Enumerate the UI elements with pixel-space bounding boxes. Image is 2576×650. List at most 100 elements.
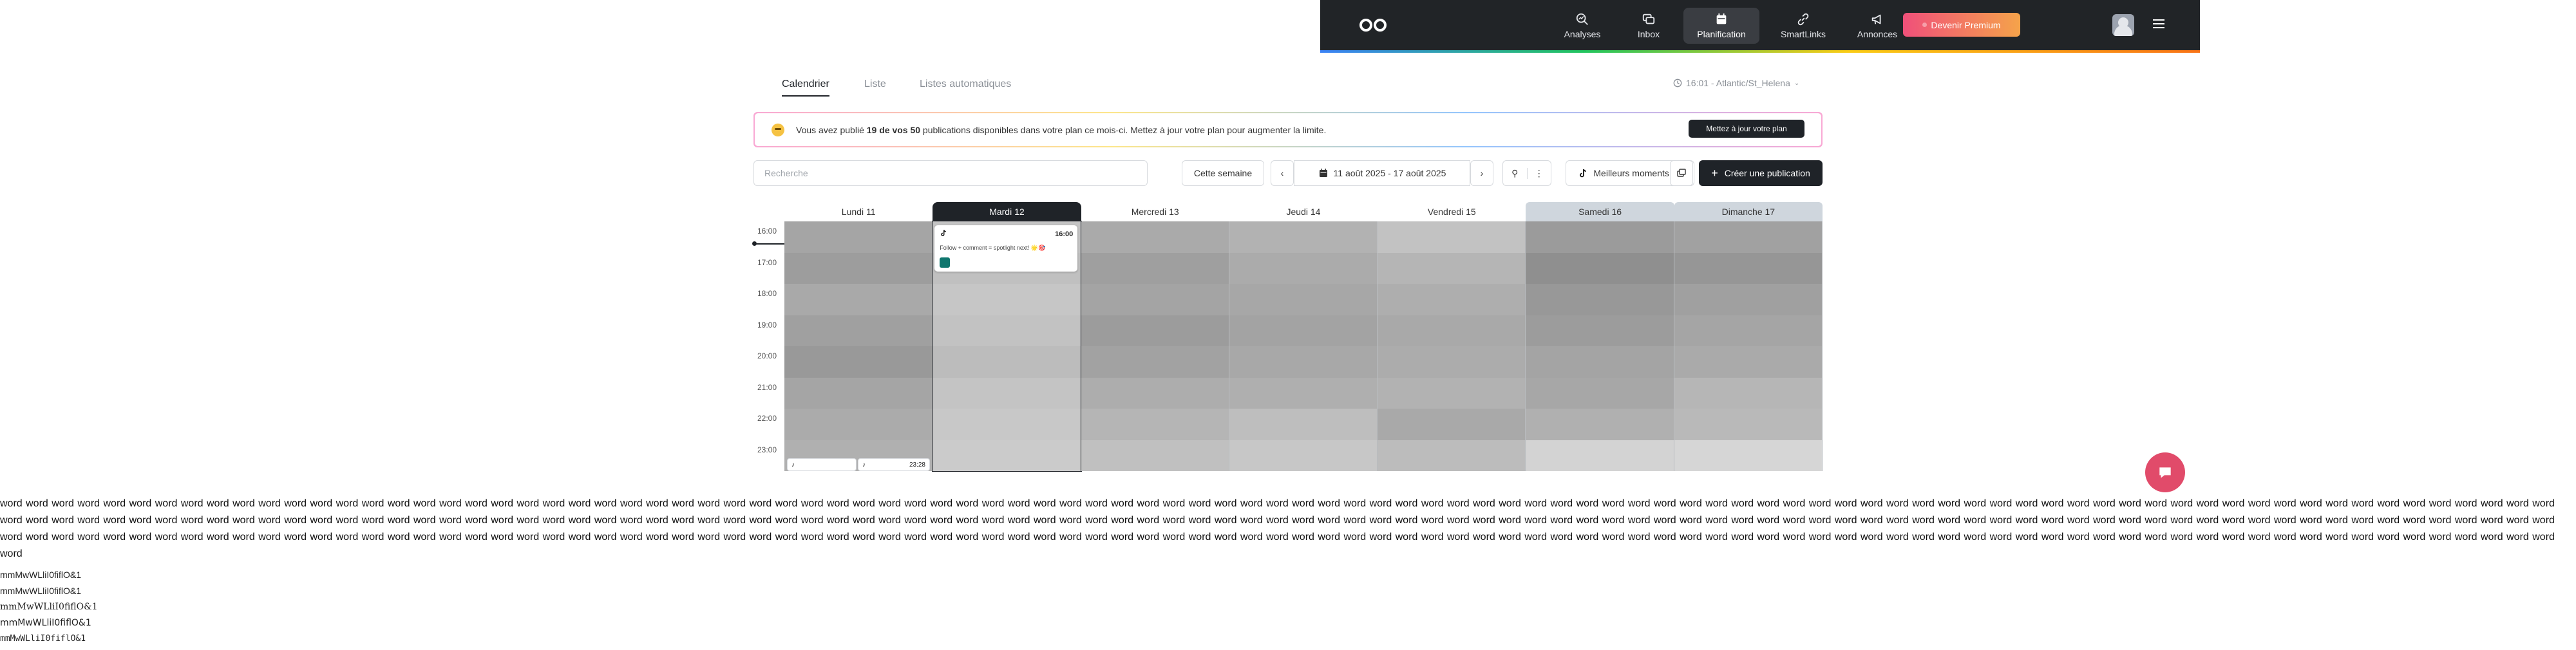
time-slot[interactable] bbox=[1081, 346, 1229, 378]
time-slot[interactable] bbox=[1081, 409, 1229, 440]
time-slot[interactable] bbox=[1378, 377, 1526, 409]
time-slot[interactable] bbox=[1378, 252, 1526, 284]
time-slot[interactable] bbox=[933, 377, 1081, 409]
tab-liste[interactable]: Liste bbox=[864, 79, 886, 90]
next-week-button[interactable]: › bbox=[1470, 160, 1493, 186]
prev-week-button[interactable]: ‹ bbox=[1271, 160, 1294, 186]
day-column[interactable]: 16:00 Follow + comment = spotlight next! … bbox=[932, 221, 1082, 472]
time-slot[interactable] bbox=[1378, 440, 1526, 471]
day-column[interactable] bbox=[1674, 221, 1823, 471]
time-slot[interactable] bbox=[1526, 221, 1674, 253]
time-slot[interactable] bbox=[1378, 346, 1526, 378]
time-slot[interactable] bbox=[1526, 440, 1674, 471]
time-slot[interactable] bbox=[1526, 284, 1674, 315]
time-slot[interactable] bbox=[1674, 221, 1822, 253]
time-slot[interactable] bbox=[1229, 284, 1378, 315]
time-slot[interactable] bbox=[784, 221, 933, 253]
avatar[interactable] bbox=[2112, 14, 2134, 36]
day-column[interactable] bbox=[1081, 221, 1229, 471]
time-slot[interactable] bbox=[1674, 409, 1822, 440]
tab-label: Calendrier bbox=[782, 79, 829, 89]
this-week-button[interactable]: Cette semaine bbox=[1182, 160, 1264, 186]
hamburger-menu-icon[interactable] bbox=[2153, 19, 2164, 28]
upgrade-plan-button[interactable]: Mettez à jour votre plan bbox=[1689, 120, 1804, 138]
time-slot[interactable] bbox=[784, 284, 933, 315]
calendar-icon bbox=[1319, 169, 1327, 177]
inbox-icon bbox=[1642, 14, 1655, 24]
time-slot[interactable] bbox=[784, 409, 933, 440]
time-slot[interactable] bbox=[1674, 440, 1822, 471]
time-slot[interactable] bbox=[1526, 315, 1674, 346]
mini-post-card[interactable]: ♪ 23:28 bbox=[858, 458, 930, 471]
time-slot[interactable] bbox=[1229, 346, 1378, 378]
time-slot[interactable] bbox=[1674, 252, 1822, 284]
premium-button[interactable]: Devenir Premium bbox=[1903, 13, 2020, 37]
create-post-button[interactable]: + Créer une publication bbox=[1699, 160, 1823, 186]
scheduled-post-card[interactable]: 16:00 Follow + comment = spotlight next! … bbox=[934, 225, 1078, 272]
time-slot[interactable] bbox=[1378, 315, 1526, 346]
date-range-picker[interactable]: 11 août 2025 - 17 août 2025 bbox=[1294, 160, 1470, 186]
time-slot[interactable] bbox=[1081, 221, 1229, 253]
day-header: Mercredi 13 bbox=[1131, 207, 1179, 217]
hour-label: 17:00 bbox=[757, 257, 777, 267]
time-slot[interactable] bbox=[784, 377, 933, 409]
day-header: Jeudi 14 bbox=[1286, 207, 1321, 217]
timezone-selector[interactable]: 16:01 - Atlantic/St_Helena ⌄ bbox=[1673, 78, 1799, 88]
time-slot[interactable] bbox=[933, 346, 1081, 378]
time-slot[interactable] bbox=[1081, 315, 1229, 346]
chevron-left-icon: ‹ bbox=[1280, 168, 1284, 178]
nav-inbox[interactable]: Inbox bbox=[1627, 8, 1671, 44]
nav-analyses[interactable]: Analyses bbox=[1557, 8, 1607, 44]
time-slot[interactable] bbox=[1526, 409, 1674, 440]
time-slot[interactable] bbox=[1081, 440, 1229, 471]
time-slot[interactable] bbox=[1526, 252, 1674, 284]
time-slot[interactable] bbox=[1081, 377, 1229, 409]
filter-icon[interactable]: ⚲ bbox=[1503, 167, 1528, 179]
time-slot[interactable] bbox=[933, 440, 1081, 471]
time-slot[interactable] bbox=[933, 284, 1081, 315]
gallery-button[interactable] bbox=[1670, 160, 1693, 186]
time-slot[interactable] bbox=[784, 315, 933, 346]
time-slot[interactable] bbox=[1081, 252, 1229, 284]
logo-icon[interactable] bbox=[1359, 17, 1387, 33]
search-input[interactable] bbox=[753, 160, 1148, 186]
hour-label: 18:00 bbox=[757, 289, 777, 298]
time-slot[interactable] bbox=[1229, 252, 1378, 284]
nav-label: SmartLinks bbox=[1780, 29, 1826, 39]
tab-listes-automatiques[interactable]: Listes automatiques bbox=[920, 79, 1011, 90]
time-slot[interactable] bbox=[1229, 409, 1378, 440]
time-slot[interactable] bbox=[1674, 284, 1822, 315]
time-slot[interactable] bbox=[1378, 284, 1526, 315]
time-slot[interactable] bbox=[933, 315, 1081, 346]
sparkle-icon bbox=[1922, 23, 1927, 27]
time-slot[interactable] bbox=[1378, 221, 1526, 253]
nav-annonces[interactable]: Annonces bbox=[1848, 8, 1906, 44]
day-column[interactable] bbox=[1229, 221, 1378, 471]
time-slot[interactable] bbox=[1378, 409, 1526, 440]
time-slot[interactable] bbox=[1526, 377, 1674, 409]
time-slot[interactable] bbox=[784, 252, 933, 284]
mini-post-card[interactable]: ♪ bbox=[787, 458, 857, 471]
tab-calendrier[interactable]: Calendrier bbox=[782, 79, 829, 97]
time-slot[interactable] bbox=[1526, 346, 1674, 378]
time-slot[interactable] bbox=[1229, 315, 1378, 346]
more-options-icon[interactable]: ⋮ bbox=[1528, 168, 1551, 179]
time-slot[interactable] bbox=[1674, 377, 1822, 409]
time-slot[interactable] bbox=[933, 409, 1081, 440]
time-slot[interactable] bbox=[1229, 440, 1378, 471]
day-column[interactable]: ♪ ♪ 23:28 bbox=[784, 221, 933, 471]
time-slot[interactable] bbox=[1229, 377, 1378, 409]
time-slot[interactable] bbox=[1674, 315, 1822, 346]
time-slot[interactable] bbox=[1081, 284, 1229, 315]
time-slot[interactable] bbox=[1229, 221, 1378, 253]
calendar-grid: ♪ ♪ 23:28 16:00 Follow + comment = spotlight… bbox=[752, 221, 1823, 472]
post-time: 16:00 bbox=[1055, 230, 1074, 238]
chat-button[interactable] bbox=[2145, 452, 2185, 492]
hour-label: 23:00 bbox=[757, 445, 777, 454]
nav-planification[interactable]: Planification bbox=[1683, 8, 1759, 44]
day-column[interactable] bbox=[1378, 221, 1526, 471]
nav-smartlinks[interactable]: SmartLinks bbox=[1772, 8, 1834, 44]
time-slot[interactable] bbox=[784, 346, 933, 378]
day-column[interactable] bbox=[1526, 221, 1674, 471]
time-slot[interactable] bbox=[1674, 346, 1822, 378]
